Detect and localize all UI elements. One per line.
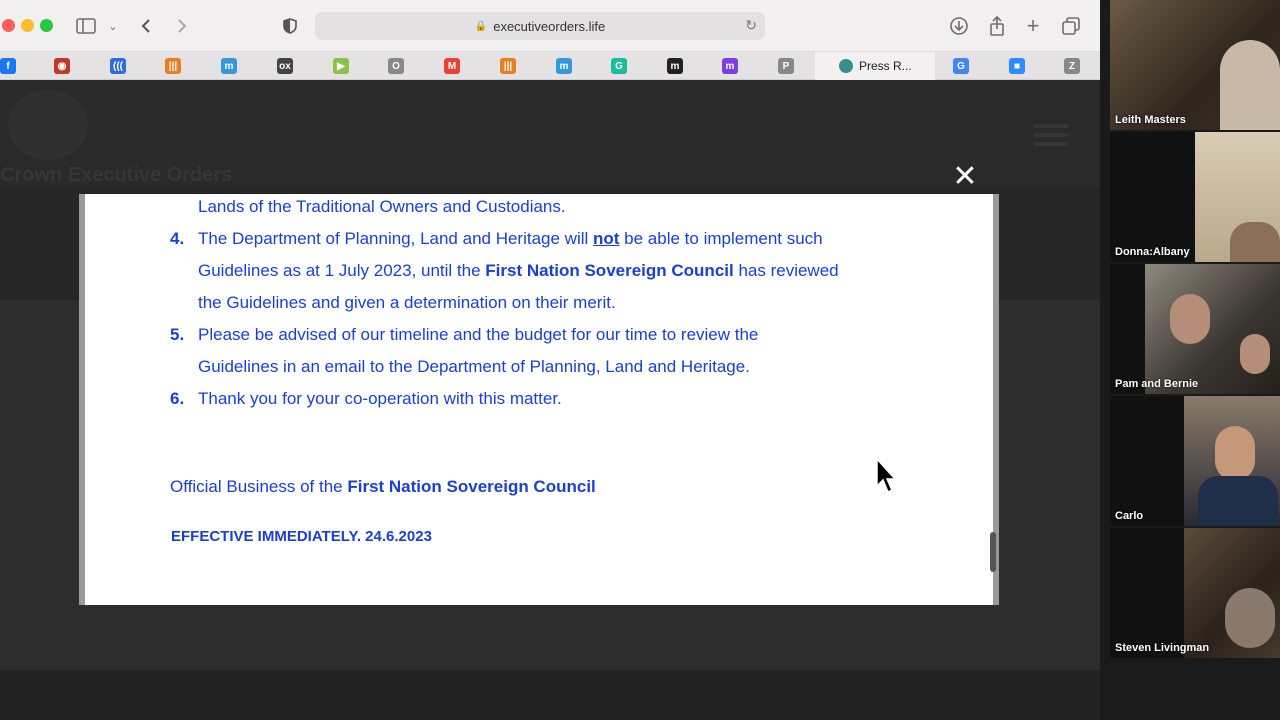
official-council: First Nation Sovereign Council	[347, 477, 596, 496]
item-4-line-1: The Department of Planning, Land and Her…	[198, 229, 823, 249]
document-scrollbar[interactable]	[990, 532, 996, 572]
close-modal-button[interactable]: ✕	[952, 162, 978, 192]
site-header: Crown Executive Orders	[0, 80, 1100, 188]
o-icon[interactable]: O	[388, 58, 404, 74]
ox-icon[interactable]: ox	[277, 58, 293, 74]
p-icon[interactable]: P	[778, 58, 794, 74]
bookmarks-bar: Press R... f ◉ ((( ||| m ox ▶ O M ||| m Gm m P G ■ Z	[0, 52, 1100, 80]
z-icon[interactable]: Z	[1064, 58, 1080, 74]
tab-label: Press R...	[859, 59, 912, 73]
shield-icon[interactable]	[282, 14, 298, 38]
sidebar-icon[interactable]	[76, 14, 96, 38]
participant-name: Pam and Bernie	[1115, 378, 1199, 390]
forward-icon[interactable]	[174, 14, 190, 38]
bars-icon[interactable]: |||	[165, 58, 181, 74]
chevron-down-icon[interactable]: ⌄	[106, 14, 120, 38]
bars2-icon[interactable]: |||	[500, 58, 516, 74]
item-5-number: 5.	[170, 325, 185, 344]
item-4-text-c: Guidelines as at 1 July 2023, until the	[198, 261, 486, 280]
mouse-cursor-icon	[876, 457, 898, 499]
site-favicon-icon	[839, 59, 853, 73]
m-black-icon[interactable]: m	[667, 58, 683, 74]
site-footer	[0, 670, 1100, 720]
zoom-icon[interactable]: ■	[1009, 58, 1025, 74]
facebook-icon[interactable]: f	[0, 58, 16, 74]
document-page: Lands of the Traditional Owners and Cust…	[85, 194, 993, 605]
effective-date: EFFECTIVE IMMEDIATELY. 24.6.2023	[171, 528, 432, 545]
item-4-text-a: The Department of Planning, Land and Her…	[198, 229, 594, 248]
new-tab-icon[interactable]: +	[1024, 13, 1042, 38]
item-4-council: First Nation Sovereign Council	[485, 261, 734, 280]
g-icon[interactable]: G	[611, 58, 627, 74]
item-5-line-1: Please be advised of our timeline and th…	[198, 325, 759, 344]
item-6-number: 6.	[170, 389, 185, 408]
participant-name: Donna:Albany	[1115, 246, 1190, 258]
participant-tile[interactable]: Steven Livingman	[1110, 528, 1280, 658]
m-purple-icon[interactable]: m	[722, 58, 738, 74]
doc-line-top: Lands of the Traditional Owners and Cust…	[198, 197, 566, 216]
participant-name: Steven Livingman	[1115, 642, 1210, 654]
participant-tile[interactable]: Leith Masters	[1110, 0, 1280, 130]
official-prefix: Official Business of the	[170, 477, 348, 496]
item-4-line-2: Guidelines as at 1 July 2023, until the …	[198, 261, 839, 281]
browser-toolbar: ⌄ 🔒 executiveorders.life ↻ +	[0, 0, 1100, 52]
participant-tile[interactable]: Pam and Bernie	[1110, 264, 1280, 394]
m-script-icon[interactable]: m	[221, 58, 237, 74]
back-icon[interactable]	[138, 14, 154, 38]
item-4-text-d: has reviewed	[733, 261, 839, 280]
share-icon[interactable]	[987, 14, 1007, 38]
google-icon[interactable]: G	[953, 58, 969, 74]
tab-overview-icon[interactable]	[1061, 14, 1081, 38]
address-bar[interactable]: 🔒 executiveorders.life ↻	[315, 12, 765, 40]
m-script2-icon[interactable]: m	[556, 58, 572, 74]
screen: ⌄ 🔒 executiveorders.life ↻ + Press R... …	[0, 0, 1280, 720]
reload-icon[interactable]: ↻	[745, 17, 757, 34]
participant-tile[interactable]: Donna:Albany	[1110, 132, 1280, 262]
record-icon[interactable]: ◉	[54, 58, 70, 74]
item-5-line-2: Guidelines in an email to the Department…	[198, 357, 750, 376]
lock-icon: 🔒	[474, 20, 488, 32]
participant-tile[interactable]: Carlo	[1110, 396, 1280, 526]
play-icon[interactable]: ▶	[333, 58, 349, 74]
tab-press-release[interactable]: Press R...	[815, 52, 935, 80]
hamburger-menu-icon[interactable]	[1034, 124, 1068, 148]
site-logo	[8, 90, 88, 160]
zoom-window-button[interactable]	[40, 19, 53, 32]
url-text: executiveorders.life	[493, 18, 606, 34]
item-4-not: not	[593, 229, 620, 248]
document-modal: Lands of the Traditional Owners and Cust…	[79, 194, 999, 605]
participant-name: Carlo	[1115, 510, 1144, 522]
close-window-button[interactable]	[2, 19, 15, 32]
item-6-line-1: Thank you for your co-operation with thi…	[198, 389, 562, 408]
official-business: Official Business of the First Nation So…	[170, 477, 596, 497]
participant-name: Leith Masters	[1115, 114, 1186, 126]
gmail-icon[interactable]: M	[444, 58, 460, 74]
wave-icon[interactable]: (((	[110, 58, 126, 74]
browser-window: ⌄ 🔒 executiveorders.life ↻ + Press R... …	[0, 0, 1100, 720]
minimize-window-button[interactable]	[21, 19, 34, 32]
item-4-number: 4.	[170, 229, 185, 248]
item-4-text-b: be able to implement such	[619, 229, 823, 248]
download-icon[interactable]	[949, 14, 969, 38]
item-4-line-3: the Guidelines and given a determination…	[198, 293, 616, 312]
site-title: Crown Executive Orders	[0, 164, 233, 186]
video-participants-panel: Leith Masters Donna:Albany Pam and Berni…	[1100, 0, 1280, 720]
